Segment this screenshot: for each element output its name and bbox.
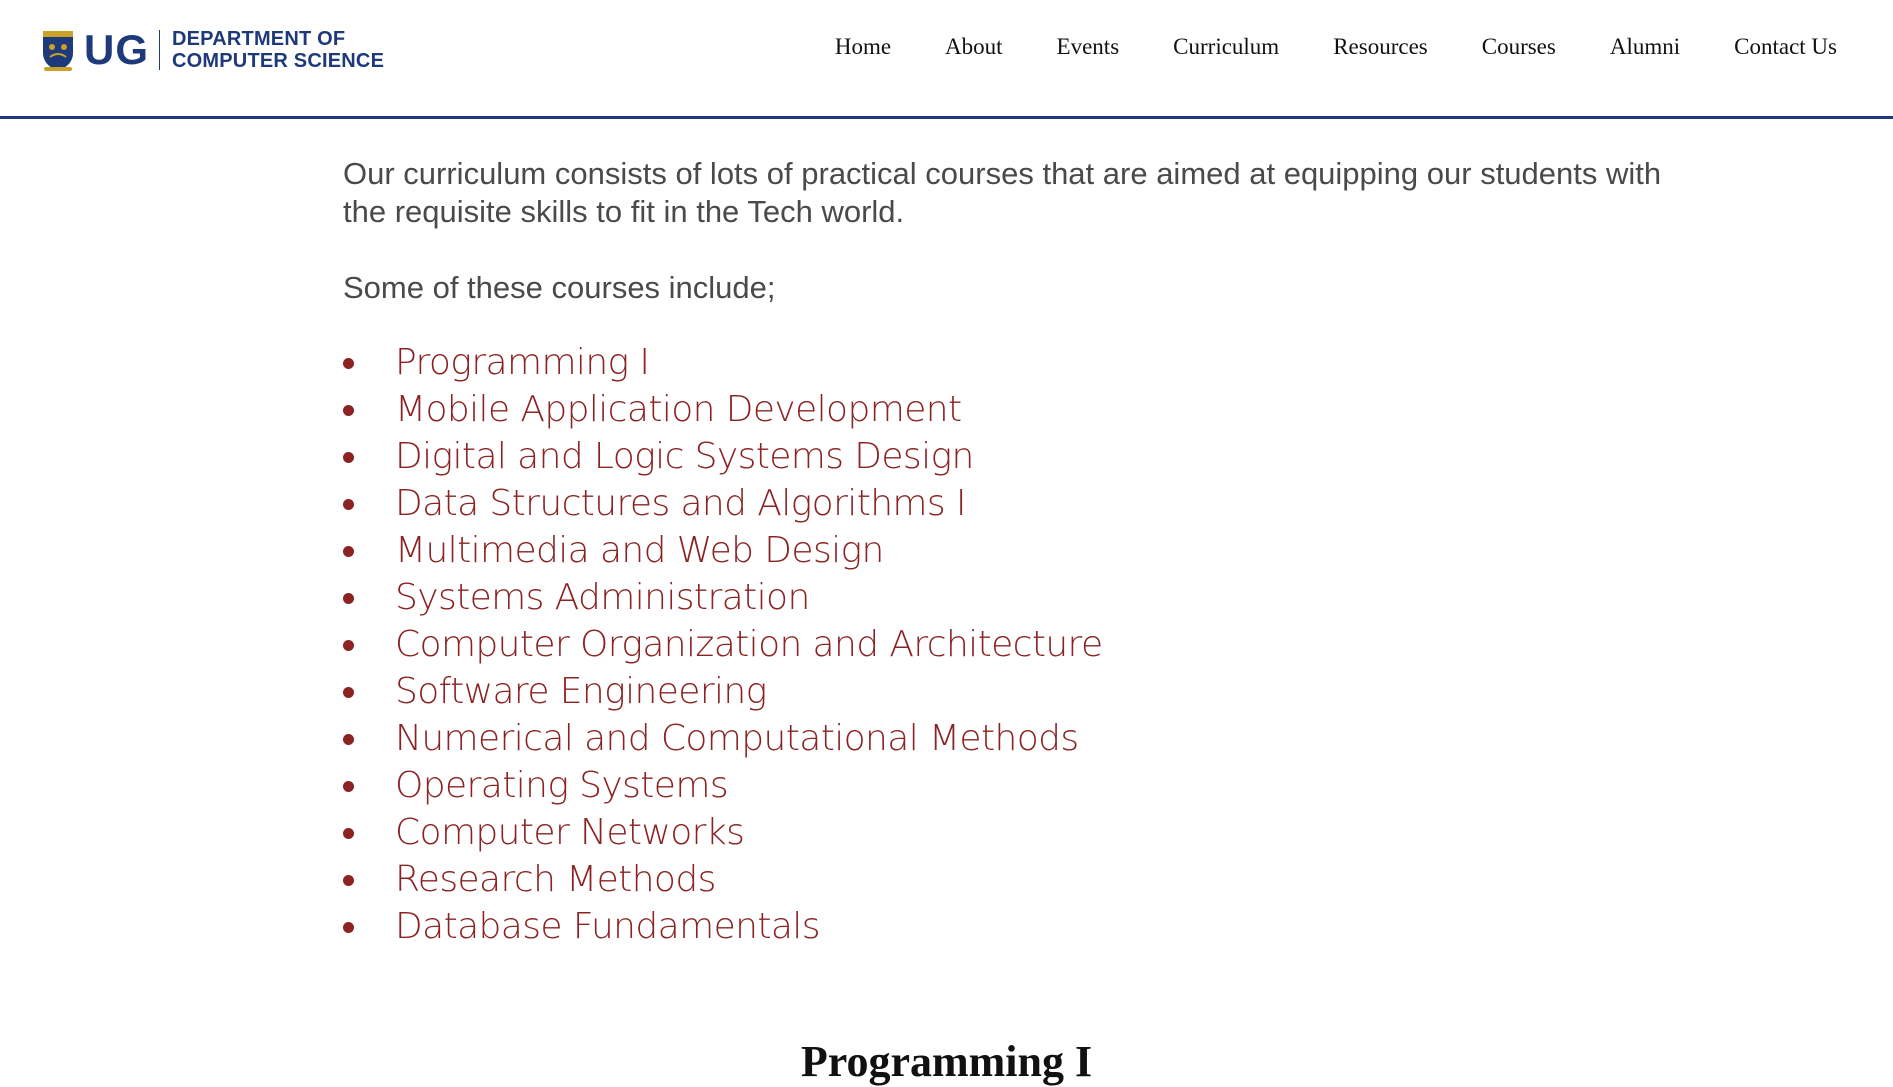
course-item: Operating Systems (343, 762, 1703, 809)
logo-ug-text: UG (84, 26, 149, 73)
course-item: Programming I (343, 339, 1703, 386)
course-label: Computer Networks (395, 812, 745, 853)
course-label: Mobile Application Development (395, 389, 962, 430)
nav-about[interactable]: About (945, 34, 1003, 60)
course-item: Multimedia and Web Design (343, 527, 1703, 574)
bullet-icon (343, 452, 354, 463)
course-item: Numerical and Computational Methods (343, 715, 1703, 762)
bullet-icon (343, 781, 354, 792)
nav-home[interactable]: Home (835, 34, 891, 60)
nav-alumni[interactable]: Alumni (1610, 34, 1680, 60)
course-label: Research Methods (395, 859, 716, 900)
logo-dept-line2: COMPUTER SCIENCE (172, 50, 385, 72)
course-item: Mobile Application Development (343, 386, 1703, 433)
bullet-icon (343, 405, 354, 416)
logo-divider (159, 30, 160, 70)
bullet-icon (343, 734, 354, 745)
bullet-icon (343, 828, 354, 839)
nav-events[interactable]: Events (1057, 34, 1120, 60)
nav-resources[interactable]: Resources (1333, 34, 1428, 60)
courses-lead-text: Some of these courses include; (343, 270, 776, 305)
course-label: Multimedia and Web Design (395, 530, 884, 571)
course-item: Computer Organization and Architecture (343, 621, 1703, 668)
course-item: Research Methods (343, 856, 1703, 903)
course-label: Numerical and Computational Methods (395, 718, 1079, 759)
course-label: Systems Administration (395, 577, 810, 618)
course-label: Digital and Logic Systems Design (395, 436, 974, 477)
site-header: UG DEPARTMENT OF COMPUTER SCIENCE Home A… (0, 0, 1893, 119)
course-label: Programming I (395, 342, 650, 383)
bullet-icon (343, 358, 354, 369)
logo-department-name: DEPARTMENT OF COMPUTER SCIENCE (172, 28, 384, 72)
bullet-icon (343, 546, 354, 557)
section-heading-programming-i: Programming I (800, 1037, 1093, 1086)
curriculum-intro: Our curriculum consists of lots of pract… (343, 156, 1662, 229)
course-item: Database Fundamentals (343, 903, 1703, 950)
course-item: Computer Networks (343, 809, 1703, 856)
nav-contact-us[interactable]: Contact Us (1734, 34, 1837, 60)
course-label: Software Engineering (395, 671, 767, 712)
course-item: Data Structures and Algorithms I (343, 480, 1703, 527)
nav-curriculum[interactable]: Curriculum (1173, 34, 1279, 60)
course-item: Systems Administration (343, 574, 1703, 621)
course-label: Data Structures and Algorithms I (395, 483, 967, 524)
bullet-icon (343, 687, 354, 698)
course-list: Programming I Mobile Application Develop… (343, 339, 1703, 950)
university-crest-icon (43, 31, 73, 71)
course-item: Digital and Logic Systems Design (343, 433, 1703, 480)
main-content: Our curriculum consists of lots of pract… (343, 155, 1703, 950)
nav-courses[interactable]: Courses (1482, 34, 1556, 60)
course-label: Operating Systems (395, 765, 729, 806)
bullet-icon (343, 922, 354, 933)
course-label: Database Fundamentals (395, 906, 820, 947)
main-nav: Home About Events Curriculum Resources C… (835, 34, 1837, 60)
bullet-icon (343, 640, 354, 651)
bullet-icon (343, 593, 354, 604)
site-logo[interactable]: UG DEPARTMENT OF COMPUTER SCIENCE (40, 26, 384, 74)
bullet-icon (343, 499, 354, 510)
course-item: Software Engineering (343, 668, 1703, 715)
bullet-icon (343, 875, 354, 886)
logo-dept-line1: DEPARTMENT OF (172, 28, 346, 50)
course-label: Computer Organization and Architecture (395, 624, 1103, 665)
